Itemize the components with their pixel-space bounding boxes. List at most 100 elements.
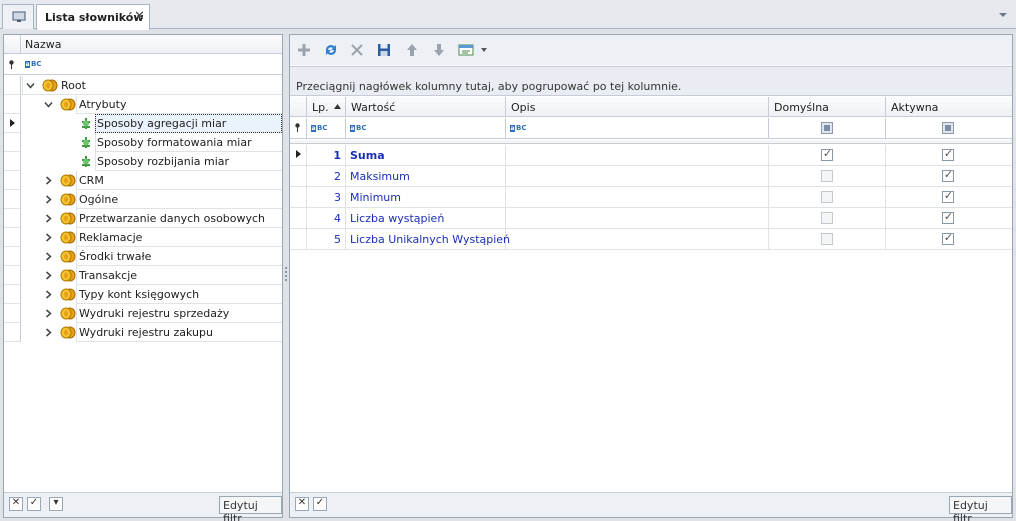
refresh-icon[interactable] (323, 42, 339, 58)
close-icon[interactable]: ✕ (134, 9, 145, 24)
column-lp-label: Lp. (312, 101, 329, 114)
chevron-right-icon[interactable] (44, 290, 53, 299)
aktywna-checkbox[interactable]: ✓ (942, 210, 954, 224)
tree-node[interactable]: CRM (4, 171, 282, 190)
tree-node[interactable]: Root (4, 76, 282, 95)
domyslna-checkbox[interactable]: ✓ (821, 147, 833, 161)
row-indicator (4, 323, 21, 342)
domyslna-checkbox[interactable] (821, 191, 833, 203)
group-by-panel[interactable]: Przeciągnij nagłówek kolumny tutaj, aby … (290, 66, 1012, 96)
save-icon[interactable] (376, 42, 392, 58)
tree-node[interactable]: Atrybuty (4, 95, 282, 114)
tree-node[interactable]: Typy kont księgowych (4, 285, 282, 304)
filter-lp-cell[interactable]: a BC (307, 118, 346, 138)
chevron-right-icon[interactable] (44, 176, 53, 185)
grid-toolbar (290, 35, 1012, 65)
column-domyslna-header[interactable]: Domyślna (769, 97, 886, 116)
tree-node[interactable]: Sposoby rozbijania miar (4, 152, 282, 171)
filter-domyslna-cell[interactable] (769, 118, 886, 138)
column-lp-header[interactable]: Lp. (307, 97, 346, 116)
table-row[interactable]: 2 Maksimum ✓ (290, 166, 1012, 187)
tree-filter-row[interactable]: a BC (4, 55, 282, 75)
tree-node[interactable]: Ogólne (4, 190, 282, 209)
filter-enabled-checkbox[interactable]: ✓ (27, 497, 41, 511)
coins-icon (60, 326, 76, 339)
coins-icon (60, 269, 76, 282)
tree-node[interactable]: Wydruki rejestru sprzedaży (4, 304, 282, 323)
tree-node[interactable]: Przetwarzanie danych osobowych (4, 209, 282, 228)
wartosc-value: Suma (350, 149, 385, 162)
chevron-right-icon[interactable] (44, 214, 53, 223)
cell-aktywna: ✓ (886, 166, 1012, 186)
column-aktywna-header[interactable]: Aktywna (886, 97, 1012, 116)
column-wartosc-label: Wartość (351, 101, 396, 114)
domyslna-checkbox[interactable] (821, 233, 833, 245)
tree-node[interactable]: Sposoby agregacji miar (4, 114, 282, 133)
clear-filter-button[interactable]: ✕ (295, 497, 309, 511)
filter-dropdown-button[interactable]: ▾ (49, 497, 63, 511)
tab-home[interactable] (2, 4, 34, 29)
tree-column-header[interactable]: Nazwa (4, 35, 282, 54)
filter-domyslna-checkbox[interactable] (821, 122, 833, 134)
filter-aktywna-checkbox[interactable] (942, 122, 954, 134)
chevron-right-icon[interactable] (44, 233, 53, 242)
lp-value: 4 (334, 212, 341, 225)
row-indicator (4, 266, 21, 285)
table-row[interactable]: 5 Liczba Unikalnych Wystąpień ✓ (290, 229, 1012, 250)
table-row[interactable]: 1 Suma ✓ ✓ (290, 145, 1012, 166)
filter-wartosc-cell[interactable]: a BC (346, 118, 506, 138)
chevron-right-icon[interactable] (44, 252, 53, 261)
column-nazwa-label: Nazwa (25, 38, 62, 51)
abc-filter-icon: a BC (25, 60, 42, 68)
coins-icon (60, 288, 76, 301)
move-down-icon[interactable] (431, 42, 447, 58)
tree-node[interactable]: Wydruki rejestru zakupu (4, 323, 282, 342)
tree-node-label: Ogólne (79, 193, 119, 206)
cell-domyslna: ✓ (769, 145, 886, 165)
chevron-down-icon[interactable] (44, 100, 53, 109)
chevron-down-icon[interactable] (998, 10, 1008, 20)
aktywna-checkbox[interactable]: ✓ (942, 231, 954, 245)
delete-icon[interactable] (349, 42, 365, 58)
filter-enabled-checkbox[interactable]: ✓ (313, 497, 327, 511)
export-icon[interactable] (458, 42, 476, 58)
tree-node-label: Wydruki rejestru zakupu (79, 326, 213, 339)
tree-node[interactable]: Środki trwałe (4, 247, 282, 266)
cell-domyslna (769, 187, 886, 207)
table-row[interactable]: 3 Minimum ✓ (290, 187, 1012, 208)
column-opis-header[interactable]: Opis (506, 97, 769, 116)
aktywna-checkbox[interactable]: ✓ (942, 189, 954, 203)
grid-footer: ✕ ✓ Edytuj filtr (290, 492, 1012, 521)
move-up-icon[interactable] (404, 42, 420, 58)
tree-node[interactable]: Sposoby formatowania miar (4, 133, 282, 152)
cell-wartosc: Suma (346, 145, 506, 165)
domyslna-checkbox[interactable] (821, 170, 833, 182)
column-wartosc-header[interactable]: Wartość (346, 97, 506, 116)
edit-filter-button[interactable]: Edytuj filtr (219, 496, 282, 521)
edit-filter-button[interactable]: Edytuj filtr (949, 496, 1012, 521)
cell-opis (506, 166, 769, 186)
aktywna-checkbox[interactable]: ✓ (942, 147, 954, 161)
tree-node-label: CRM (79, 174, 104, 187)
chevron-right-icon[interactable] (44, 195, 53, 204)
export-dropdown-icon[interactable] (480, 42, 488, 58)
domyslna-checkbox[interactable] (821, 212, 833, 224)
clear-filter-button[interactable]: ✕ (9, 497, 23, 511)
tab-lista-slownikow[interactable]: Lista słowników ✕ (36, 4, 150, 30)
tree-node-label: Transakcje (79, 269, 138, 282)
table-row[interactable]: 4 Liczba wystąpień ✓ (290, 208, 1012, 229)
column-opis-label: Opis (511, 101, 536, 114)
filter-aktywna-cell[interactable] (886, 118, 1012, 138)
chevron-right-icon[interactable] (44, 309, 53, 318)
chevron-right-icon[interactable] (44, 328, 53, 337)
aktywna-checkbox[interactable]: ✓ (942, 168, 954, 182)
chevron-down-icon[interactable] (26, 81, 35, 90)
header-indicator (290, 97, 307, 116)
grid-filter-row: a BC a BC a BC (290, 118, 1012, 139)
tree-node[interactable]: Transakcje (4, 266, 282, 285)
filter-opis-cell[interactable]: a BC (506, 118, 769, 138)
add-icon[interactable] (296, 42, 312, 58)
row-indicator (290, 229, 307, 249)
chevron-right-icon[interactable] (44, 271, 53, 280)
tree-node[interactable]: Reklamacje (4, 228, 282, 247)
